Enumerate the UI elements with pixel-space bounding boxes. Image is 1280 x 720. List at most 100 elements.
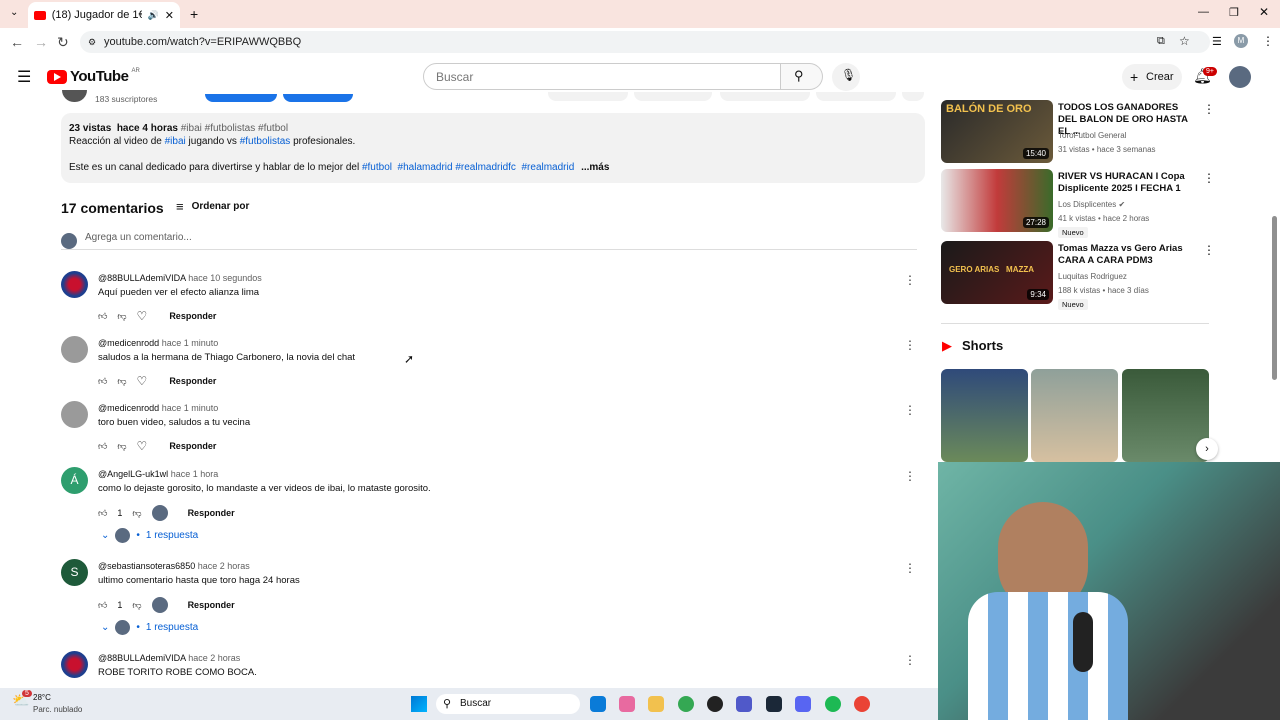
- hashtag-link[interactable]: #futbolistas: [240, 136, 291, 147]
- add-comment-input[interactable]: Agrega un comentario...: [61, 232, 917, 250]
- steam-icon[interactable]: [766, 696, 782, 712]
- comment-menu-icon[interactable]: ⋮: [904, 653, 916, 667]
- video-thumbnail[interactable]: GERO ARIAS MAZZA 9:34: [941, 241, 1053, 304]
- comment-author[interactable]: @medicenrodd: [98, 403, 159, 413]
- new-tab-icon[interactable]: +: [190, 6, 198, 22]
- like-icon-filled[interactable]: 👍︎: [98, 508, 107, 519]
- heart-icon[interactable]: ♡: [137, 309, 148, 323]
- subscribe-button[interactable]: [283, 94, 353, 102]
- teams-icon[interactable]: [736, 696, 752, 712]
- voice-search-button[interactable]: 🎙: [832, 63, 860, 91]
- channel-avatar[interactable]: [62, 90, 87, 102]
- browser-menu-icon[interactable]: ⋮: [1262, 34, 1274, 48]
- more-actions-button[interactable]: [902, 92, 924, 101]
- clip-button[interactable]: [816, 92, 896, 101]
- shorts-next-button[interactable]: ›: [1196, 438, 1218, 460]
- dislike-icon[interactable]: 👎︎: [117, 311, 126, 322]
- spotify-icon[interactable]: [825, 696, 841, 712]
- hashtag-link[interactable]: #ibai: [165, 136, 186, 147]
- comment-avatar[interactable]: Á: [61, 467, 88, 494]
- bookmark-star-icon[interactable]: ☆: [1179, 34, 1190, 48]
- share-button[interactable]: [634, 92, 712, 101]
- copilot-icon[interactable]: [619, 696, 635, 712]
- profile-avatar[interactable]: M: [1234, 34, 1248, 48]
- user-avatar[interactable]: [1229, 66, 1251, 88]
- reply-button[interactable]: Responder: [188, 600, 235, 610]
- recommended-video[interactable]: BALÓN DE ORO 15:40 TODOS LOS GANADORES D…: [941, 100, 1215, 164]
- comment-avatar[interactable]: S: [61, 559, 88, 586]
- comment-menu-icon[interactable]: ⋮: [904, 469, 916, 483]
- url-field[interactable]: ⚙ youtube.com/watch?v=ERIPAWWQBBQ: [80, 31, 1210, 53]
- tab-list-icon[interactable]: ⌄: [10, 7, 18, 18]
- minimize-icon[interactable]: —: [1198, 6, 1209, 18]
- reading-list-icon[interactable]: ☰: [1212, 35, 1222, 48]
- close-window-icon[interactable]: ✕: [1259, 5, 1269, 19]
- windows-start-icon[interactable]: [411, 696, 427, 712]
- taskbar-search[interactable]: ⚲ Buscar: [436, 694, 580, 714]
- recommended-video[interactable]: 27:28 RIVER VS HURACAN I Copa Displicent…: [941, 169, 1215, 238]
- comment-author[interactable]: @88BULLAdemiVIDA: [98, 653, 186, 663]
- reply-button[interactable]: Responder: [169, 376, 216, 386]
- comment-author[interactable]: @sebastiansoteras6850: [98, 561, 195, 571]
- create-button[interactable]: + Crear: [1122, 64, 1182, 90]
- close-tab-icon[interactable]: ✕: [165, 9, 174, 22]
- site-info-icon[interactable]: ⚙: [88, 31, 96, 53]
- back-icon[interactable]: ←: [10, 34, 24, 50]
- browser-tab[interactable]: (18) Jugador de 1€ vs porte 🔊 ✕: [28, 2, 180, 28]
- comment-time[interactable]: hace 2 horas: [198, 561, 250, 571]
- like-icon-filled[interactable]: 👍︎: [98, 600, 107, 611]
- video-menu-icon[interactable]: ⋮: [1203, 171, 1215, 185]
- video-thumbnail[interactable]: 27:28: [941, 169, 1053, 232]
- recommended-video[interactable]: GERO ARIAS MAZZA 9:34 Tomas Mazza vs Ger…: [941, 241, 1215, 310]
- hashtags[interactable]: #ibai #futbolistas #futbol: [181, 123, 288, 134]
- comment-time[interactable]: hace 1 minuto: [162, 338, 219, 348]
- join-button[interactable]: [205, 94, 277, 102]
- video-menu-icon[interactable]: ⋮: [1203, 243, 1215, 257]
- video-title[interactable]: RIVER VS HURACAN I Copa Displicente 2025…: [1058, 171, 1190, 195]
- comment-time[interactable]: hace 10 segundos: [188, 273, 262, 283]
- download-button[interactable]: [720, 92, 810, 101]
- heart-icon[interactable]: ♡: [137, 439, 148, 453]
- comment-avatar[interactable]: [61, 336, 88, 363]
- comment-avatar[interactable]: [61, 271, 88, 298]
- dislike-icon[interactable]: 👎︎: [117, 441, 126, 452]
- comment-menu-icon[interactable]: ⋮: [904, 338, 916, 352]
- comment-author[interactable]: @88BULLAdemiVIDA: [98, 273, 186, 283]
- video-channel[interactable]: Luquitas Rodriguez: [1058, 272, 1127, 281]
- comment-time[interactable]: hace 1 hora: [171, 469, 219, 479]
- chrome-icon[interactable]: [678, 696, 694, 712]
- edge-icon[interactable]: [590, 696, 606, 712]
- video-channel[interactable]: ToroFutbol General: [1058, 131, 1126, 140]
- page-scrollbar[interactable]: [1272, 216, 1277, 380]
- video-title[interactable]: Tomas Mazza vs Gero Arias CARA A CARA PD…: [1058, 243, 1190, 267]
- search-input[interactable]: Buscar: [423, 63, 781, 90]
- comment-time[interactable]: hace 1 minuto: [162, 403, 219, 413]
- short-thumbnail[interactable]: [941, 369, 1028, 462]
- app-icon[interactable]: [707, 696, 723, 712]
- short-thumbnail[interactable]: [1031, 369, 1118, 462]
- reload-icon[interactable]: ↻: [57, 34, 69, 51]
- comment-author[interactable]: @AngelLG-uk1wl: [98, 469, 168, 479]
- comment-avatar[interactable]: [61, 651, 88, 678]
- restore-icon[interactable]: ❐: [1229, 6, 1239, 19]
- dislike-icon[interactable]: 👎︎: [117, 376, 126, 387]
- like-icon[interactable]: 👍︎: [98, 311, 107, 322]
- dislike-icon[interactable]: 👎︎: [132, 600, 141, 611]
- comment-menu-icon[interactable]: ⋮: [904, 273, 916, 287]
- video-thumbnail[interactable]: BALÓN DE ORO 15:40: [941, 100, 1053, 163]
- video-description[interactable]: 23 vistas hace 4 horas #ibai #futbolista…: [61, 113, 925, 183]
- comment-menu-icon[interactable]: ⋮: [904, 561, 916, 575]
- forward-icon[interactable]: →: [34, 34, 48, 50]
- reply-button[interactable]: Responder: [169, 441, 216, 451]
- comment-menu-icon[interactable]: ⋮: [904, 403, 916, 417]
- like-icon[interactable]: 👍︎: [98, 376, 107, 387]
- reply-button[interactable]: Responder: [169, 311, 216, 321]
- video-menu-icon[interactable]: ⋮: [1203, 102, 1215, 116]
- discord-icon[interactable]: [795, 696, 811, 712]
- reply-button[interactable]: Responder: [188, 508, 235, 518]
- install-icon[interactable]: ⧉: [1157, 35, 1165, 48]
- youtube-logo[interactable]: YouTube AR: [47, 68, 140, 85]
- comment-author[interactable]: @medicenrodd: [98, 338, 159, 348]
- heart-icon[interactable]: ♡: [137, 374, 148, 388]
- search-button[interactable]: ⚲: [781, 63, 823, 90]
